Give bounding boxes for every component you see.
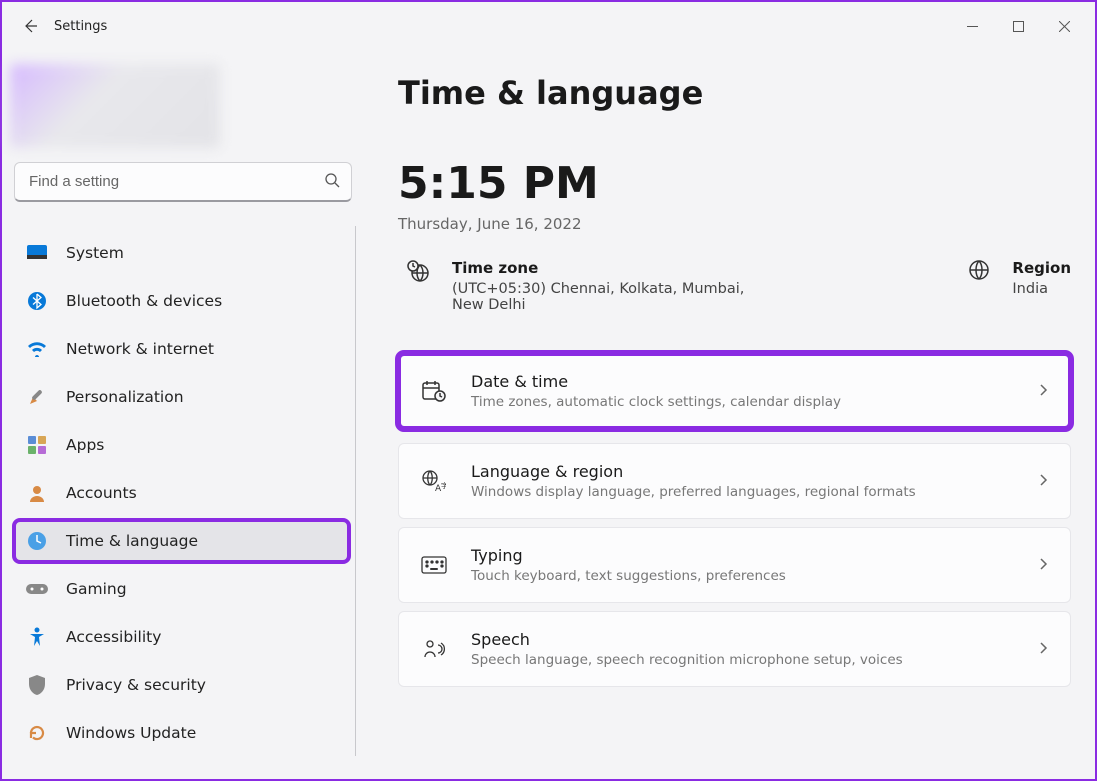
sidebar: System Bluetooth & devices Network & int… [2, 50, 364, 779]
search-wrap [14, 162, 352, 202]
card-desc: Speech language, speech recognition micr… [471, 652, 1038, 668]
card-desc: Time zones, automatic clock settings, ca… [471, 394, 1038, 410]
timezone-value: (UTC+05:30) Chennai, Kolkata, Mumbai, Ne… [452, 281, 748, 313]
page-title: Time & language [398, 74, 1071, 112]
nav-list: System Bluetooth & devices Network & int… [10, 226, 356, 756]
system-icon [26, 242, 48, 264]
maximize-icon [1013, 21, 1024, 32]
nav-label: Time & language [66, 532, 198, 550]
nav-item-accounts[interactable]: Accounts [14, 472, 349, 514]
timezone-label: Time zone [452, 259, 748, 277]
apps-icon [26, 434, 48, 456]
main-content: Time & language 5:15 PM Thursday, June 1… [364, 50, 1095, 779]
current-time: 5:15 PM [398, 158, 1071, 209]
nav-label: Accounts [66, 484, 137, 502]
region-value: India [1012, 281, 1071, 297]
update-icon [26, 722, 48, 744]
wifi-icon [26, 338, 48, 360]
nav-item-network[interactable]: Network & internet [14, 328, 349, 370]
brush-icon [26, 386, 48, 408]
person-icon [26, 482, 48, 504]
nav-label: Network & internet [66, 340, 214, 358]
timezone-info: Time zone (UTC+05:30) Chennai, Kolkata, … [406, 259, 748, 313]
card-speech[interactable]: Speech Speech language, speech recogniti… [398, 611, 1071, 687]
chevron-right-icon [1038, 556, 1048, 575]
nav-item-bluetooth[interactable]: Bluetooth & devices [14, 280, 349, 322]
nav-label: System [66, 244, 124, 262]
arrow-left-icon [22, 18, 38, 34]
svg-text:字: 字 [441, 481, 446, 490]
app-title: Settings [54, 19, 107, 34]
nav-item-apps[interactable]: Apps [14, 424, 349, 466]
region-label: Region [1012, 259, 1071, 277]
chevron-right-icon [1038, 640, 1048, 659]
chevron-right-icon [1038, 472, 1048, 491]
card-typing[interactable]: Typing Touch keyboard, text suggestions,… [398, 527, 1071, 603]
minimize-icon [967, 21, 978, 32]
calendar-clock-icon [421, 380, 447, 402]
close-button[interactable] [1041, 6, 1087, 46]
card-title: Date & time [471, 372, 1038, 391]
shield-icon [26, 674, 48, 696]
nav-label: Privacy & security [66, 676, 206, 694]
card-desc: Touch keyboard, text suggestions, prefer… [471, 568, 1038, 584]
nav-item-gaming[interactable]: Gaming [14, 568, 349, 610]
nav-item-privacy[interactable]: Privacy & security [14, 664, 349, 706]
nav-item-accessibility[interactable]: Accessibility [14, 616, 349, 658]
bluetooth-icon [26, 290, 48, 312]
globe-icon [968, 259, 990, 313]
keyboard-icon [421, 556, 447, 574]
search-icon [324, 172, 340, 192]
titlebar: Settings [2, 2, 1095, 50]
search-input[interactable] [14, 162, 352, 202]
accessibility-icon [26, 626, 48, 648]
card-title: Language & region [471, 462, 1038, 481]
window-controls [949, 6, 1087, 46]
nav-label: Bluetooth & devices [66, 292, 222, 310]
region-info: Region India [968, 259, 1071, 313]
nav-label: Windows Update [66, 724, 196, 742]
gamepad-icon [26, 578, 48, 600]
card-title: Typing [471, 546, 1038, 565]
current-date: Thursday, June 16, 2022 [398, 215, 1071, 233]
minimize-button[interactable] [949, 6, 995, 46]
nav-label: Gaming [66, 580, 127, 598]
nav-label: Personalization [66, 388, 184, 406]
card-date-time[interactable]: Date & time Time zones, automatic clock … [398, 353, 1071, 429]
card-language-region[interactable]: A字 Language & region Windows display lan… [398, 443, 1071, 519]
nav-item-system[interactable]: System [14, 232, 349, 274]
info-row: Time zone (UTC+05:30) Chennai, Kolkata, … [398, 259, 1071, 313]
speech-icon [421, 639, 447, 659]
nav-label: Accessibility [66, 628, 161, 646]
card-title: Speech [471, 630, 1038, 649]
back-button[interactable] [10, 6, 50, 46]
user-profile-block[interactable] [10, 64, 220, 148]
nav-label: Apps [66, 436, 104, 454]
close-icon [1059, 21, 1070, 32]
maximize-button[interactable] [995, 6, 1041, 46]
nav-item-windows-update[interactable]: Windows Update [14, 712, 349, 754]
nav-item-personalization[interactable]: Personalization [14, 376, 349, 418]
chevron-right-icon [1038, 382, 1048, 401]
language-icon: A字 [421, 470, 447, 492]
card-desc: Windows display language, preferred lang… [471, 484, 1038, 500]
nav-item-time-language[interactable]: Time & language [14, 520, 349, 562]
timezone-globe-icon [406, 259, 430, 313]
clock-globe-icon [26, 530, 48, 552]
